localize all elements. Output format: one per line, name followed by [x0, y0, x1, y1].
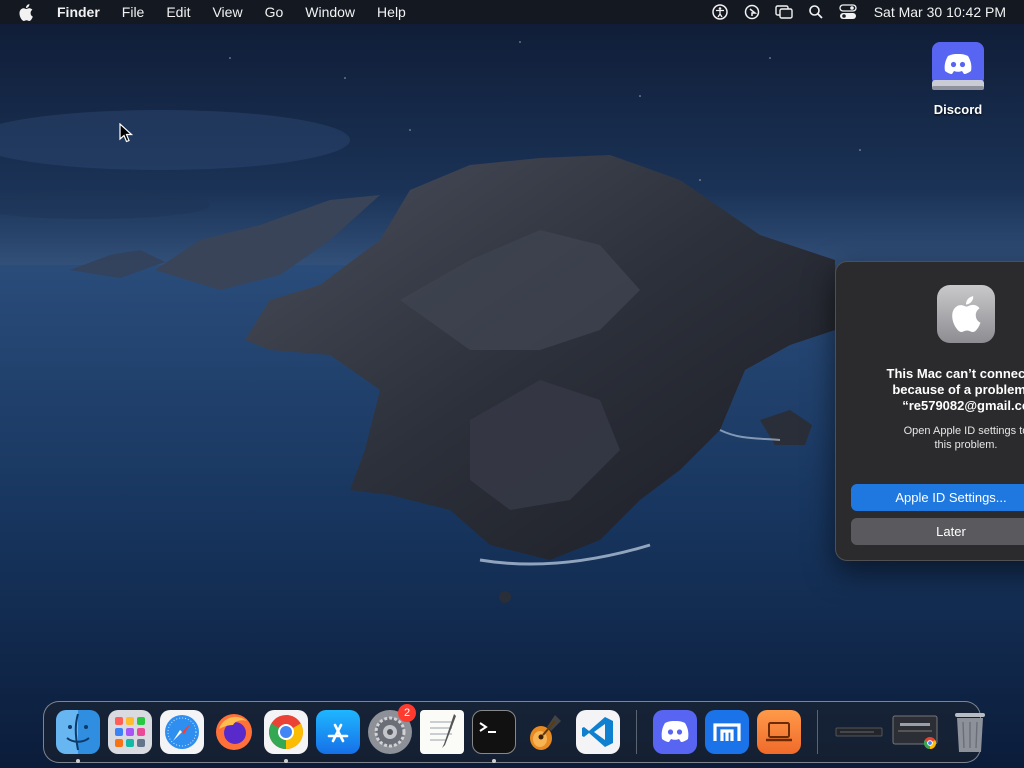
menu-bar-clock[interactable]: Sat Mar 30 10:42 PM [864, 4, 1024, 20]
garageband-icon [524, 710, 568, 754]
menu-bar: Finder File Edit View Go Window Help Sat… [0, 0, 1024, 24]
apple-menu-icon[interactable] [6, 0, 46, 24]
mouse-pointer-icon [119, 123, 133, 143]
dock-item-safari[interactable] [160, 710, 204, 754]
menu-app-name[interactable]: Finder [46, 0, 111, 24]
alert-title-line: This Mac can’t connect to [886, 366, 1024, 381]
later-button[interactable]: Later [851, 518, 1024, 545]
alert-message: Open Apple ID settings to this problem. [866, 424, 1024, 452]
accessibility-icon[interactable] [704, 0, 736, 24]
dock-item-maxthon[interactable] [705, 710, 749, 754]
laptop-icon [757, 710, 801, 754]
terminal-icon [472, 710, 516, 754]
dock-item-laptop-app[interactable] [757, 710, 801, 754]
window-thumbnail-icon[interactable] [834, 717, 884, 747]
alert-message-line: this problem. [934, 439, 998, 451]
dock-item-discord[interactable] [653, 710, 697, 754]
dock-item-vscode[interactable] [576, 710, 620, 754]
running-indicator [492, 759, 496, 763]
spotlight-search-icon[interactable] [800, 0, 832, 24]
dock-item-garageband[interactable] [524, 710, 568, 754]
menu-help[interactable]: Help [366, 0, 417, 24]
running-indicator [284, 759, 288, 763]
desktop-icon-label: Discord [933, 102, 983, 117]
apple-id-alert-dialog: This Mac can’t connect to because of a p… [835, 261, 1024, 561]
dock-item-chrome[interactable] [264, 710, 308, 763]
running-indicator [76, 759, 80, 763]
dock-separator [817, 710, 818, 754]
control-center-icon[interactable] [832, 0, 864, 24]
dock-item-terminal[interactable] [472, 710, 516, 763]
alert-title-line: because of a problem w [892, 382, 1024, 397]
menu-go[interactable]: Go [254, 0, 295, 24]
apple-logo-icon [937, 285, 995, 343]
dock-item-system-preferences[interactable]: 2 [368, 704, 416, 754]
dock-item-firefox[interactable] [212, 710, 256, 754]
firefox-icon [212, 710, 256, 754]
trash-icon [948, 710, 992, 754]
launchpad-icon [108, 710, 152, 754]
app-store-icon [316, 710, 360, 754]
discord-drive-icon [932, 42, 984, 90]
alert-title: This Mac can’t connect to because of a p… [836, 366, 1024, 414]
menu-view[interactable]: View [201, 0, 253, 24]
safari-icon [160, 710, 204, 754]
menu-edit[interactable]: Edit [155, 0, 201, 24]
chrome-icon [264, 710, 308, 754]
menu-file[interactable]: File [111, 0, 156, 24]
dock-item-textedit[interactable] [420, 710, 464, 754]
menu-window[interactable]: Window [294, 0, 366, 24]
siri-icon[interactable] [736, 0, 768, 24]
dock-item-app-store[interactable] [316, 710, 360, 754]
alert-message-line: Open Apple ID settings to [903, 425, 1024, 437]
discord-icon [653, 710, 697, 754]
dock-item-finder[interactable] [56, 710, 100, 763]
apple-id-settings-button[interactable]: Apple ID Settings... [851, 484, 1024, 511]
menu-bar-status-area: Sat Mar 30 10:42 PM [704, 0, 1024, 24]
screen-mirroring-icon[interactable] [768, 0, 800, 24]
dock-item-trash[interactable] [948, 710, 992, 754]
textedit-icon [420, 710, 464, 754]
desktop-icon-discord[interactable]: Discord [920, 36, 996, 117]
notification-badge: 2 [398, 704, 416, 722]
finder-icon [56, 710, 100, 754]
dock-item-launchpad[interactable] [108, 710, 152, 754]
maxthon-icon [705, 710, 749, 754]
vscode-icon [576, 710, 620, 754]
alert-title-line: “re579082@gmail.co [902, 398, 1024, 413]
dock: 2 [43, 701, 985, 763]
dock-separator [636, 710, 637, 754]
chrome-window-thumbnail-icon[interactable] [892, 714, 940, 750]
